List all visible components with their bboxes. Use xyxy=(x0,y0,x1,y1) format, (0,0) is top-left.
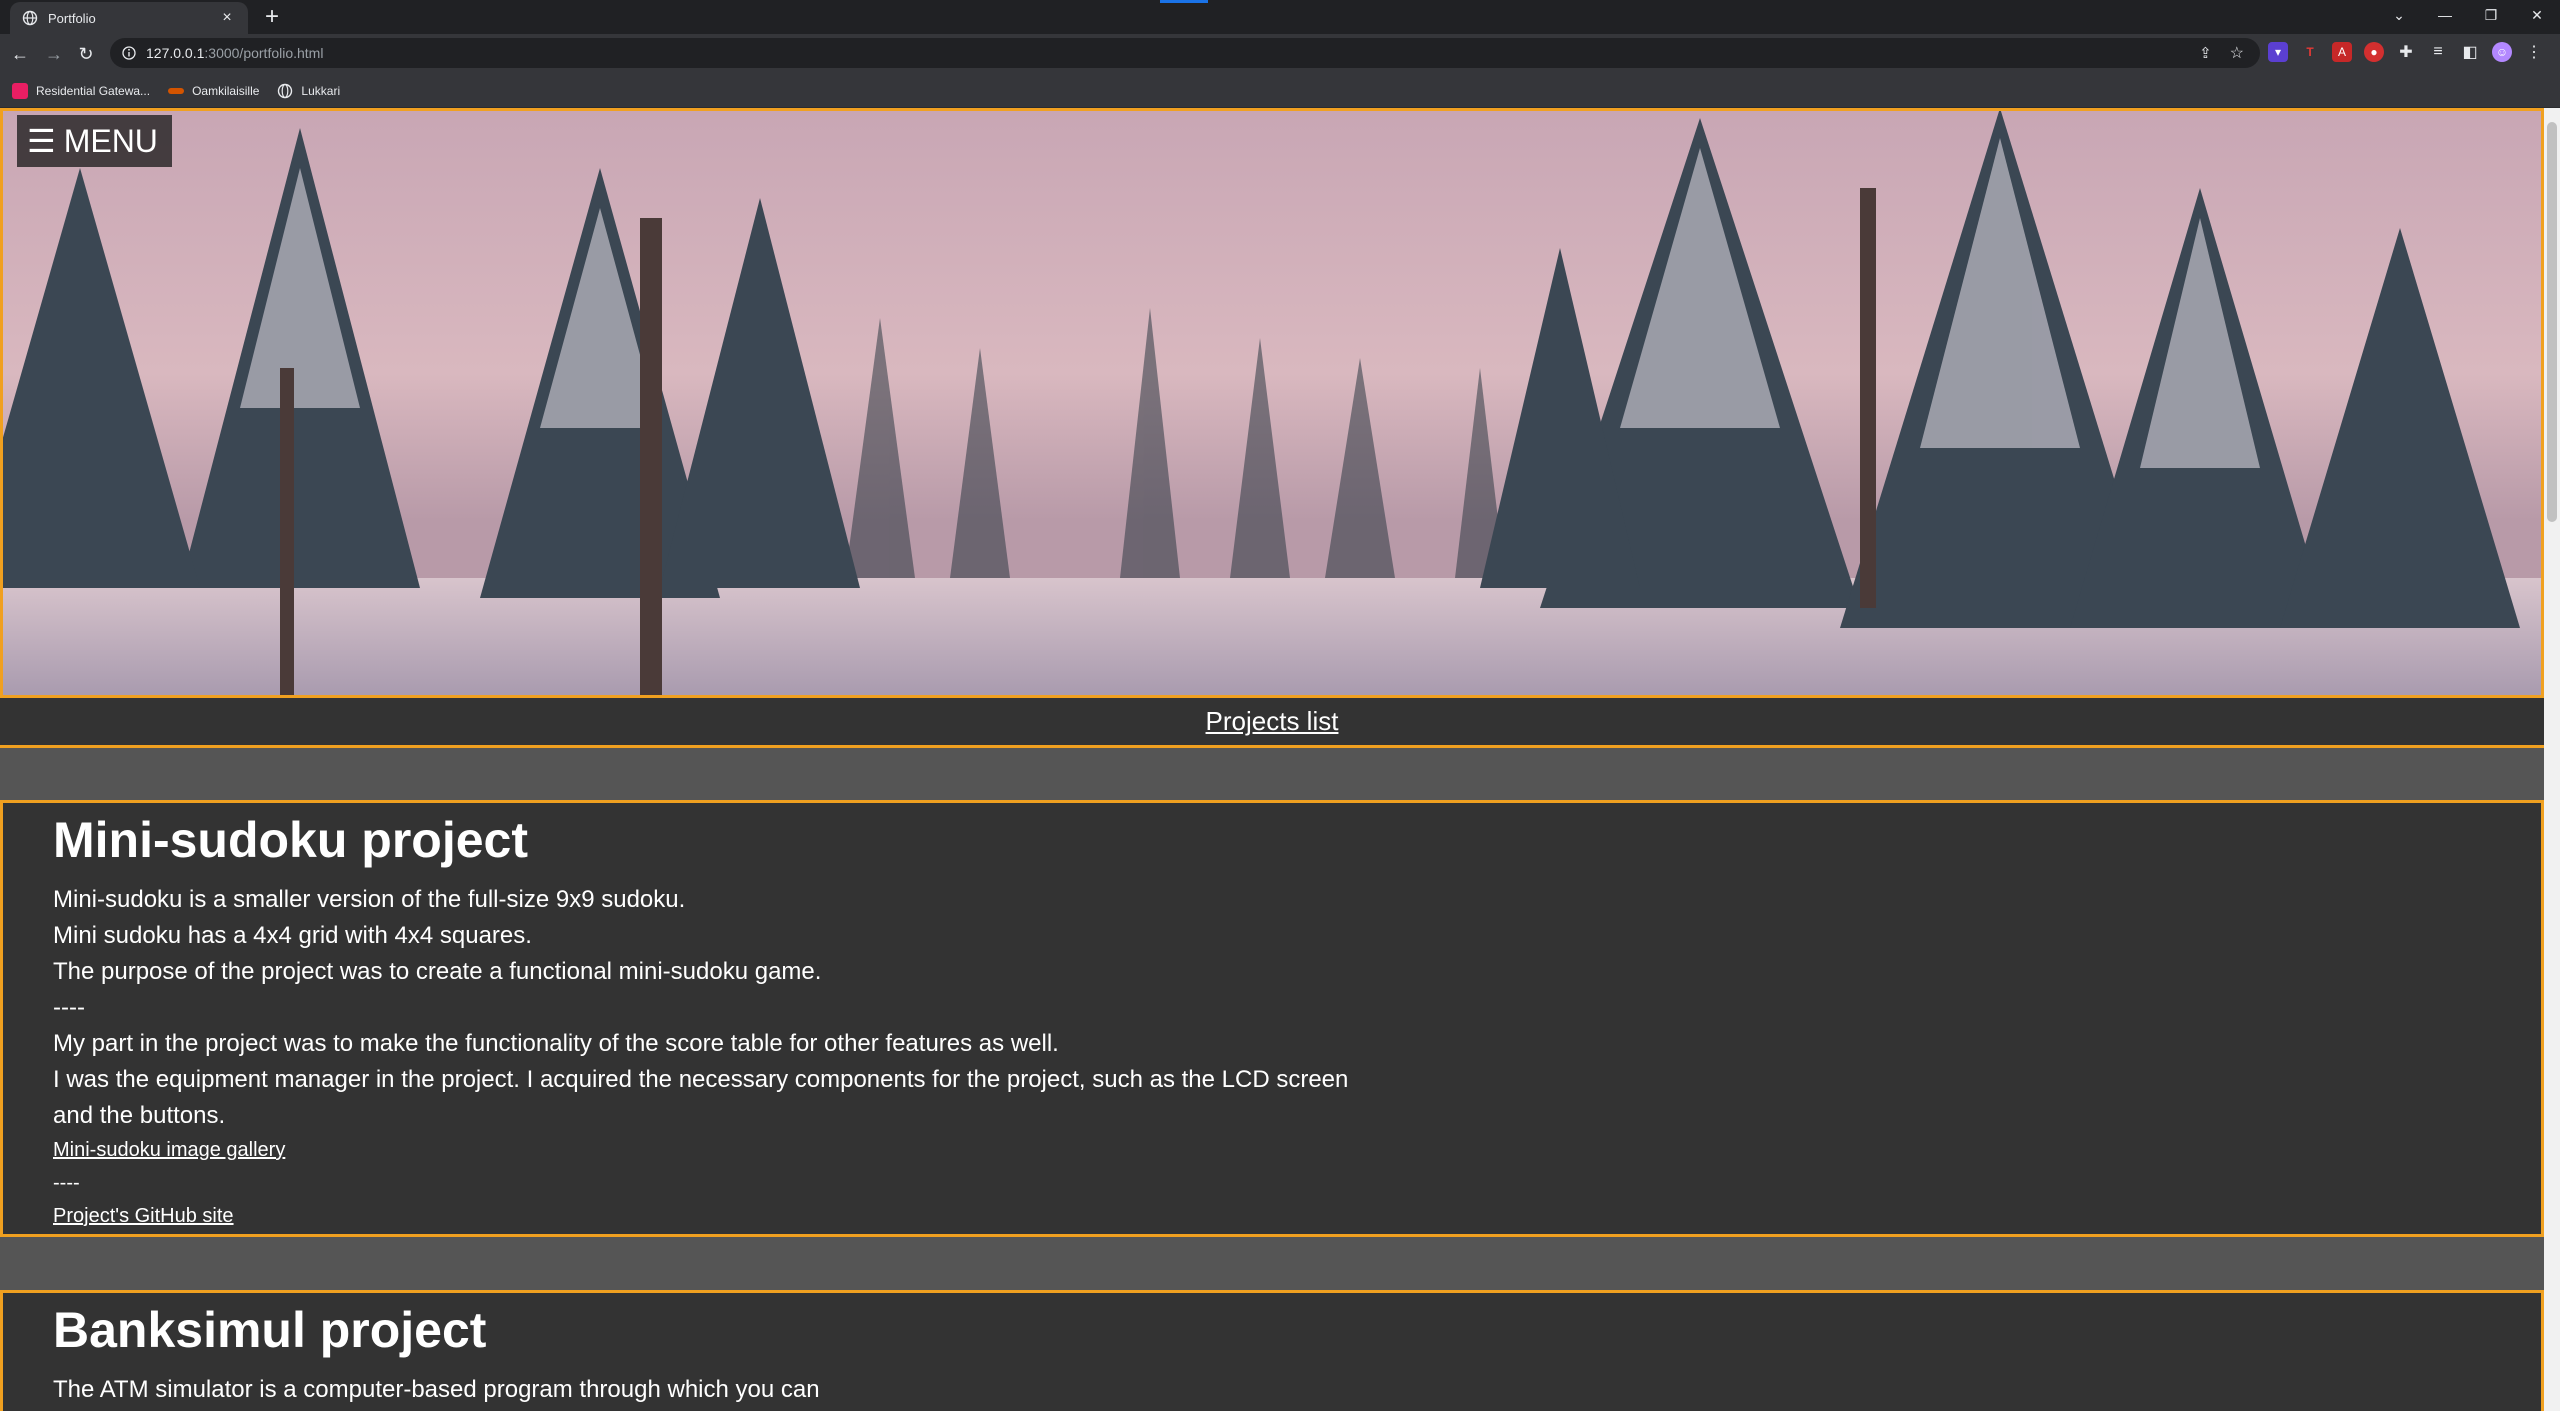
translate-extension-icon[interactable]: T xyxy=(2300,42,2320,62)
page-viewport: ☰ MENU Projects list Mini-sudoku project… xyxy=(0,108,2544,1411)
side-panel-icon[interactable]: ◧ xyxy=(2460,42,2480,62)
page-scrollbar[interactable] xyxy=(2544,108,2560,1411)
project-separator: ---- xyxy=(53,994,85,1021)
oamk-favicon-icon xyxy=(168,87,185,94)
record-extension-icon[interactable]: ● xyxy=(2364,42,2384,62)
bookmark-lukkari[interactable]: Lukkari xyxy=(277,83,340,99)
projects-nav-bar: Projects list xyxy=(0,698,2544,748)
more-options-icon[interactable]: ⋮ xyxy=(2524,42,2544,62)
pdf-extension-icon[interactable]: A xyxy=(2332,42,2352,62)
extensions-area: ▾ T A ● ✚ ≡ ◧ ☺ ⋮ xyxy=(2268,42,2544,62)
browser-tab-strip: Portfolio × + ⌄ — ❐ ✕ xyxy=(0,0,2560,34)
projects-list-link[interactable]: Projects list xyxy=(1206,706,1339,737)
reading-list-icon[interactable]: ≡ xyxy=(2428,42,2448,62)
close-tab-icon[interactable]: × xyxy=(218,9,236,27)
site-info-icon[interactable] xyxy=(122,46,136,60)
bookmark-star-icon[interactable]: ☆ xyxy=(2230,43,2244,63)
browser-tab-portfolio[interactable]: Portfolio × xyxy=(10,2,248,34)
minimize-icon[interactable]: — xyxy=(2422,7,2468,23)
extensions-puzzle-icon[interactable]: ✚ xyxy=(2396,42,2416,62)
globe-icon xyxy=(22,10,38,26)
reload-icon[interactable]: ↻ xyxy=(74,42,98,66)
project-card-banksimul: Banksimul project The ATM simulator is a… xyxy=(0,1290,2544,1411)
scrollbar-thumb[interactable] xyxy=(2547,122,2557,522)
proton-extension-icon[interactable]: ▾ xyxy=(2268,42,2288,62)
project-title: Mini-sudoku project xyxy=(53,812,528,868)
snowy-forest-image xyxy=(3,111,2541,695)
project-description-line: The ATM simulator is a computer-based pr… xyxy=(53,1376,820,1403)
project-description-line: Mini sudoku has a 4x4 grid with 4x4 squa… xyxy=(53,922,532,949)
new-tab-button[interactable]: + xyxy=(258,4,286,32)
share-icon[interactable]: ⇪ xyxy=(2199,44,2212,62)
gallery-link[interactable]: Mini-sudoku image gallery xyxy=(53,1134,285,1166)
bookmark-label: Residential Gatewa... xyxy=(36,83,151,98)
url-host: 127.0.0.1 xyxy=(146,45,205,61)
tab-title: Portfolio xyxy=(48,10,96,26)
back-icon[interactable]: ← xyxy=(8,42,32,66)
router-favicon-icon xyxy=(12,82,28,99)
menu-button[interactable]: ☰ MENU xyxy=(17,115,172,167)
close-window-icon[interactable]: ✕ xyxy=(2514,7,2560,24)
bookmark-residential-gateway[interactable]: Residential Gatewa... xyxy=(12,82,151,99)
address-bar[interactable]: 127.0.0.1:3000/portfolio.html ⇪ ☆ xyxy=(110,38,2260,68)
bookmarks-bar: Residential Gatewa... Oamkilaisille Lukk… xyxy=(0,74,2560,108)
menu-label: MENU xyxy=(63,122,158,159)
project-description-line: Mini-sudoku is a smaller version of the … xyxy=(53,886,686,913)
project-description-line: The purpose of the project was to create… xyxy=(53,958,822,985)
project-description-line: I was the equipment manager in the proje… xyxy=(53,1066,1349,1129)
project-description-line: My part in the project was to make the f… xyxy=(53,1030,1059,1057)
project-card-mini-sudoku: Mini-sudoku project Mini-sudoku is a sma… xyxy=(0,800,2544,1237)
window-controls: ⌄ — ❐ ✕ xyxy=(2376,0,2560,30)
globe-icon xyxy=(278,83,293,98)
forward-icon[interactable]: → xyxy=(42,42,66,66)
bookmark-oamkilaisille[interactable]: Oamkilaisille xyxy=(168,84,259,98)
bookmark-label: Lukkari xyxy=(301,83,341,98)
tab-search-indicator xyxy=(1160,0,1208,3)
restore-icon[interactable]: ❐ xyxy=(2468,7,2514,24)
hamburger-icon: ☰ xyxy=(27,123,56,159)
hero-banner: ☰ MENU xyxy=(0,108,2544,698)
github-link[interactable]: Project's GitHub site xyxy=(53,1200,234,1232)
project-separator: ---- xyxy=(53,1172,80,1194)
profile-avatar-icon[interactable]: ☺ xyxy=(2492,42,2512,62)
tab-search-icon[interactable]: ⌄ xyxy=(2376,7,2422,24)
url-path: :3000/portfolio.html xyxy=(204,45,324,61)
bookmark-label: Oamkilaisille xyxy=(192,83,260,98)
project-title: Banksimul project xyxy=(53,1302,487,1358)
browser-toolbar: ← → ↻ 127.0.0.1:3000/portfolio.html ⇪ ☆ … xyxy=(0,34,2560,74)
